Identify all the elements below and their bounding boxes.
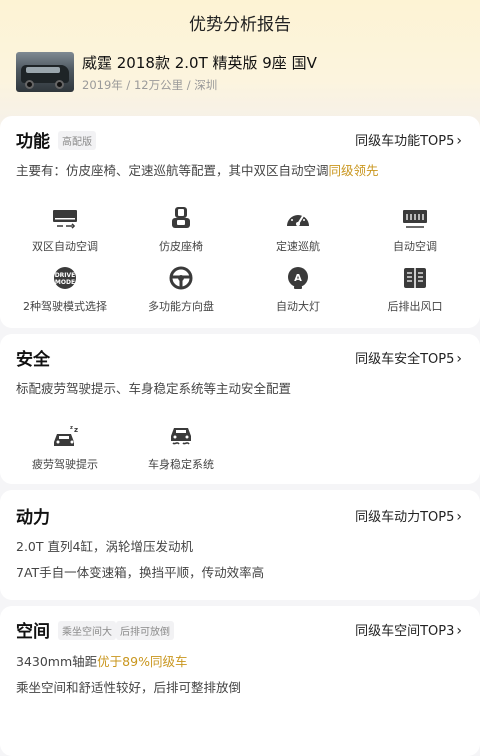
feature-headlight: A 自动大灯	[250, 266, 346, 314]
feature-rear-vent: 后排出风口	[367, 266, 463, 314]
function-desc-highlight: 同级领先	[328, 163, 379, 178]
function-title: 功能	[16, 132, 50, 152]
stability-control-icon	[171, 428, 191, 445]
feature-label: 定速巡航	[276, 240, 320, 253]
car-meta: 2019年 / 12万公里 / 深圳	[82, 78, 218, 92]
power-title: 动力	[16, 508, 50, 528]
feature-fatigue-alert: z z 疲劳驾驶提示	[17, 424, 113, 472]
power-rank-link[interactable]: 同级车动力TOP5 ›	[355, 506, 462, 525]
function-rank-label: 同级车功能TOP5	[355, 134, 455, 149]
headlight-icon: A	[288, 267, 308, 289]
feature-label: 后排出风口	[387, 300, 443, 313]
space-line-1: 3430mm轴距优于89%同级车	[16, 652, 464, 672]
chevron-right-icon: ›	[456, 351, 462, 367]
space-tag-1: 乘坐空间大	[58, 621, 116, 640]
function-rank-link[interactable]: 同级车功能TOP5 ›	[355, 130, 462, 149]
cruise-icon	[287, 213, 309, 226]
chevron-right-icon: ›	[456, 623, 462, 639]
feature-stability-control: 车身稳定系统	[133, 424, 229, 472]
power-card: 动力 同级车动力TOP5 › 2.0T 直列4缸，涡轮增压发动机 7AT手自一体变…	[0, 490, 480, 600]
feature-dual-ac: 双区自动空调	[17, 206, 113, 254]
function-desc-text: 主要有：仿皮座椅、定速巡航等配置，其中双区自动空调	[16, 163, 329, 178]
power-line-1: 2.0T 直列4缸，涡轮增压发动机	[16, 539, 193, 554]
feature-auto-ac: 自动空调	[367, 206, 463, 254]
safety-desc: 标配疲劳驾驶提示、车身稳定系统等主动安全配置	[16, 381, 292, 396]
space-card: 空间 乘坐空间大 后排可放倒 同级车空间TOP3 › 3430mm轴距优于89%同…	[0, 606, 480, 756]
page-title: 优势分析报告	[189, 15, 291, 35]
feature-label: 车身稳定系统	[148, 458, 214, 471]
feature-label: 疲劳驾驶提示	[32, 458, 98, 471]
svg-text:z: z	[74, 426, 78, 434]
safety-rank-label: 同级车安全TOP5	[355, 352, 455, 367]
chevron-right-icon: ›	[456, 133, 462, 149]
seat-icon	[172, 207, 190, 228]
feature-label: 自动大灯	[276, 300, 320, 313]
power-rank-label: 同级车动力TOP5	[355, 510, 455, 525]
drive-mode-badge-line1: DRIVE	[55, 272, 76, 279]
space-rank-label: 同级车空间TOP3	[355, 624, 455, 639]
safety-card: 安全 同级车安全TOP5 › 标配疲劳驾驶提示、车身稳定系统等主动安全配置 z z…	[0, 334, 480, 484]
feature-seat: 仿皮座椅	[133, 206, 229, 254]
space-rank-link[interactable]: 同级车空间TOP3 ›	[355, 620, 462, 639]
drive-mode-badge-line2: MODE	[55, 279, 75, 286]
space-tag-2: 后排可放倒	[116, 621, 174, 640]
steering-wheel-icon	[169, 266, 193, 290]
feature-cruise: 定速巡航	[250, 206, 346, 254]
feature-label: 2种驾驶模式选择	[23, 300, 107, 313]
space-line-2: 乘坐空间和舒适性较好，后排可整排放倒	[16, 680, 242, 695]
car-summary[interactable]: 威霆 2018款 2.0T 精英版 9座 国V 2019年 / 12万公里 / …	[16, 50, 464, 98]
feature-label: 双区自动空调	[32, 240, 98, 253]
auto-ac-icon	[403, 210, 427, 228]
space-line-1-highlight: 优于89%同级车	[97, 654, 188, 669]
safety-title: 安全	[16, 350, 50, 370]
safety-rank-link[interactable]: 同级车安全TOP5 ›	[355, 348, 462, 367]
function-card: 功能 高配版 同级车功能TOP5 › 主要有：仿皮座椅、定速巡航等配置，其中双区自…	[0, 116, 480, 328]
car-name: 威霆 2018款 2.0T 精英版 9座 国V	[82, 54, 317, 72]
feature-label: 自动空调	[393, 240, 437, 253]
dual-ac-icon	[53, 210, 77, 229]
drive-mode-icon: DRIVE MODE	[54, 267, 76, 289]
space-line-1-text: 3430mm轴距	[16, 654, 98, 669]
power-line-2: 7AT手自一体变速箱，换挡平顺，传动效率高	[16, 565, 265, 580]
car-thumbnail	[16, 52, 74, 92]
space-title: 空间	[16, 622, 50, 642]
feature-label: 多功能方向盘	[148, 300, 214, 313]
report-page: 优势分析报告 威霆 2018款 2.0T 精英版 9座 国V 2019年 / 1…	[0, 0, 480, 756]
function-tag: 高配版	[58, 131, 96, 150]
feature-label: 仿皮座椅	[159, 240, 203, 253]
svg-text:z: z	[70, 425, 73, 431]
feature-steering-wheel: 多功能方向盘	[133, 266, 229, 314]
chevron-right-icon: ›	[456, 509, 462, 525]
feature-drive-mode: DRIVE MODE 2种驾驶模式选择	[17, 266, 113, 314]
fatigue-alert-icon: z z	[54, 425, 78, 446]
headlight-badge: A	[294, 273, 302, 284]
rear-vent-icon	[404, 268, 426, 288]
function-desc: 主要有：仿皮座椅、定速巡航等配置，其中双区自动空调同级领先	[16, 161, 464, 181]
